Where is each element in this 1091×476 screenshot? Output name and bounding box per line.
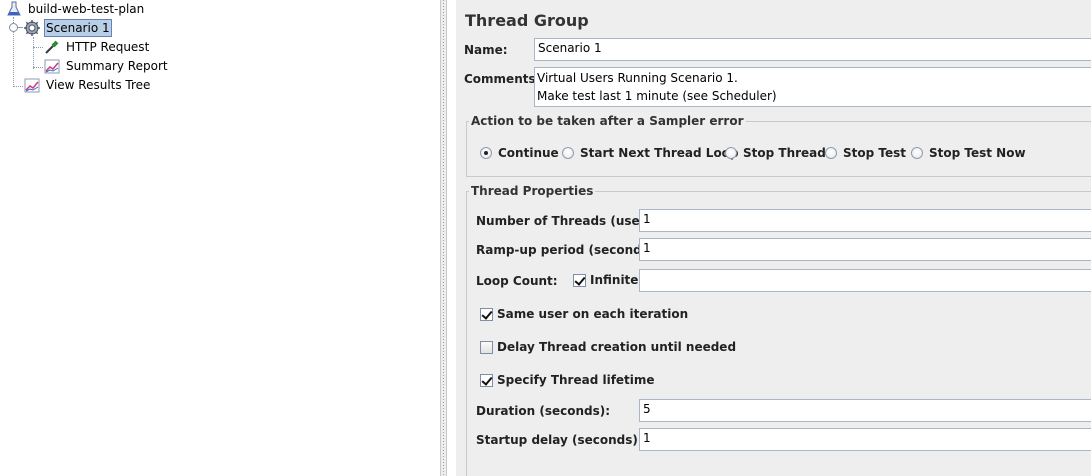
thread-lifetime-checkbox[interactable]: Specify Thread lifetime (480, 373, 655, 387)
splitter-grip (443, 0, 444, 476)
threads-field[interactable]: 1 (639, 209, 1091, 232)
tree-connector (13, 86, 23, 87)
infinite-checkbox[interactable]: Infinite (573, 273, 638, 287)
pane-splitter[interactable] (440, 0, 447, 476)
sampler-error-legend: Action to be taken after a Sampler error (471, 114, 744, 128)
checkbox-checked-icon (480, 373, 493, 387)
checkbox-label: Infinite (590, 273, 639, 287)
tree-node-label: View Results Tree (46, 78, 151, 92)
rampup-field[interactable]: 1 (639, 238, 1091, 261)
tree-node-view-results-tree[interactable]: View Results Tree (24, 76, 152, 94)
startup-delay-field[interactable]: 1 (639, 428, 1091, 451)
chart-icon (24, 77, 40, 93)
collapse-toggle-icon[interactable] (9, 23, 18, 32)
panel-title: Thread Group (465, 11, 589, 30)
name-label: Name: (464, 43, 508, 57)
radio-label: Stop Test (843, 146, 906, 160)
tree-node-label: build-web-test-plan (28, 2, 145, 16)
gear-icon (24, 20, 40, 36)
chart-icon (44, 58, 60, 74)
radio-icon (562, 147, 574, 159)
loop-count-label: Loop Count: (476, 274, 558, 288)
same-user-checkbox[interactable]: Same user on each iteration (480, 307, 688, 321)
rampup-label: Ramp-up period (seconds): (476, 243, 660, 257)
checkbox-unchecked-icon (480, 340, 493, 354)
radio-stop-test-now[interactable]: Stop Test Now (911, 146, 1026, 160)
radio-stop-thread[interactable]: Stop Thread (725, 146, 826, 160)
threads-label: Number of Threads (users): (476, 214, 664, 228)
radio-label: Start Next Thread Loop (580, 146, 739, 160)
radio-continue[interactable]: Continue (480, 146, 559, 160)
checkbox-checked-icon (480, 307, 493, 321)
radio-label: Continue (498, 146, 559, 160)
radio-icon (725, 147, 737, 159)
loop-count-field[interactable] (639, 269, 1091, 292)
startup-delay-label: Startup delay (seconds): (476, 433, 643, 447)
tree-node-http-request[interactable]: HTTP Request (44, 38, 151, 56)
tree-connector (33, 37, 34, 69)
checkbox-label: Delay Thread creation until needed (497, 340, 737, 354)
tree-connector (33, 67, 43, 68)
name-field[interactable]: Scenario 1 (534, 38, 1091, 61)
tree-node-label: Summary Report (66, 59, 168, 73)
radio-icon (911, 147, 923, 159)
radio-start-next-thread-loop[interactable]: Start Next Thread Loop (562, 146, 739, 160)
delay-thread-checkbox[interactable]: Delay Thread creation until needed (480, 340, 736, 354)
checkbox-checked-icon (573, 273, 586, 287)
comments-label: Comments: (464, 72, 541, 86)
duration-field[interactable]: 5 (639, 399, 1091, 422)
checkbox-label: Same user on each iteration (497, 307, 689, 321)
comments-field[interactable]: Virtual Users Running Scenario 1. Make t… (534, 67, 1091, 107)
duration-label: Duration (seconds): (476, 404, 611, 418)
checkbox-label: Specify Thread lifetime (497, 373, 655, 387)
radio-selected-icon (480, 147, 492, 159)
radio-icon (825, 147, 837, 159)
tree-connector (33, 47, 43, 48)
tree-node-label: HTTP Request (66, 40, 150, 54)
thread-properties-legend: Thread Properties (471, 184, 594, 198)
tree-node-label: Scenario 1 (44, 19, 112, 37)
radio-stop-test[interactable]: Stop Test (825, 146, 906, 160)
radio-label: Stop Thread (743, 146, 826, 160)
tree-node-root[interactable]: build-web-test-plan (6, 0, 146, 18)
tree-node-scenario[interactable]: Scenario 1 (24, 19, 112, 37)
flask-icon (6, 1, 22, 17)
pipette-icon (44, 39, 60, 55)
radio-label: Stop Test Now (929, 146, 1026, 160)
tree-node-summary-report[interactable]: Summary Report (44, 57, 170, 75)
thread-group-panel: Thread Group Name: Scenario 1 Comments: … (456, 0, 1091, 476)
panel-gutter (447, 0, 456, 476)
test-plan-tree: build-web-test-plan Scenario 1 HTTP Requ… (0, 0, 440, 476)
